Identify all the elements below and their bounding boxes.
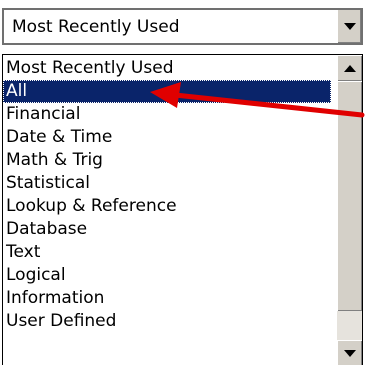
option-text[interactable]: Text	[3, 241, 331, 264]
option-most-recently-used[interactable]: Most Recently Used	[3, 57, 331, 80]
option-database[interactable]: Database	[3, 218, 331, 241]
option-logical[interactable]: Logical	[3, 264, 331, 287]
scroll-down-button[interactable]	[337, 340, 362, 365]
option-information[interactable]: Information	[3, 287, 331, 310]
list-scrollbar[interactable]	[337, 55, 362, 365]
combobox-selected-value: Most Recently Used	[12, 17, 180, 37]
scroll-thumb[interactable]	[337, 81, 362, 311]
option-statistical[interactable]: Statistical	[3, 172, 331, 195]
chevron-down-icon	[344, 23, 356, 30]
dropdown-options: Most Recently Used All Financial Date & …	[3, 57, 331, 333]
option-lookup-reference[interactable]: Lookup & Reference	[3, 195, 331, 218]
option-all[interactable]: All	[3, 80, 331, 103]
option-date-time[interactable]: Date & Time	[3, 126, 331, 149]
category-combobox[interactable]: Most Recently Used	[2, 8, 363, 45]
option-user-defined[interactable]: User Defined	[3, 310, 331, 333]
chevron-down-icon	[344, 350, 356, 357]
chevron-up-icon	[344, 65, 356, 72]
dropdown-toggle-button[interactable]	[337, 10, 361, 43]
option-math-trig[interactable]: Math & Trig	[3, 149, 331, 172]
option-financial[interactable]: Financial	[3, 103, 331, 126]
scroll-up-button[interactable]	[337, 55, 362, 81]
category-dropdown-list[interactable]: Most Recently Used All Financial Date & …	[2, 54, 363, 365]
